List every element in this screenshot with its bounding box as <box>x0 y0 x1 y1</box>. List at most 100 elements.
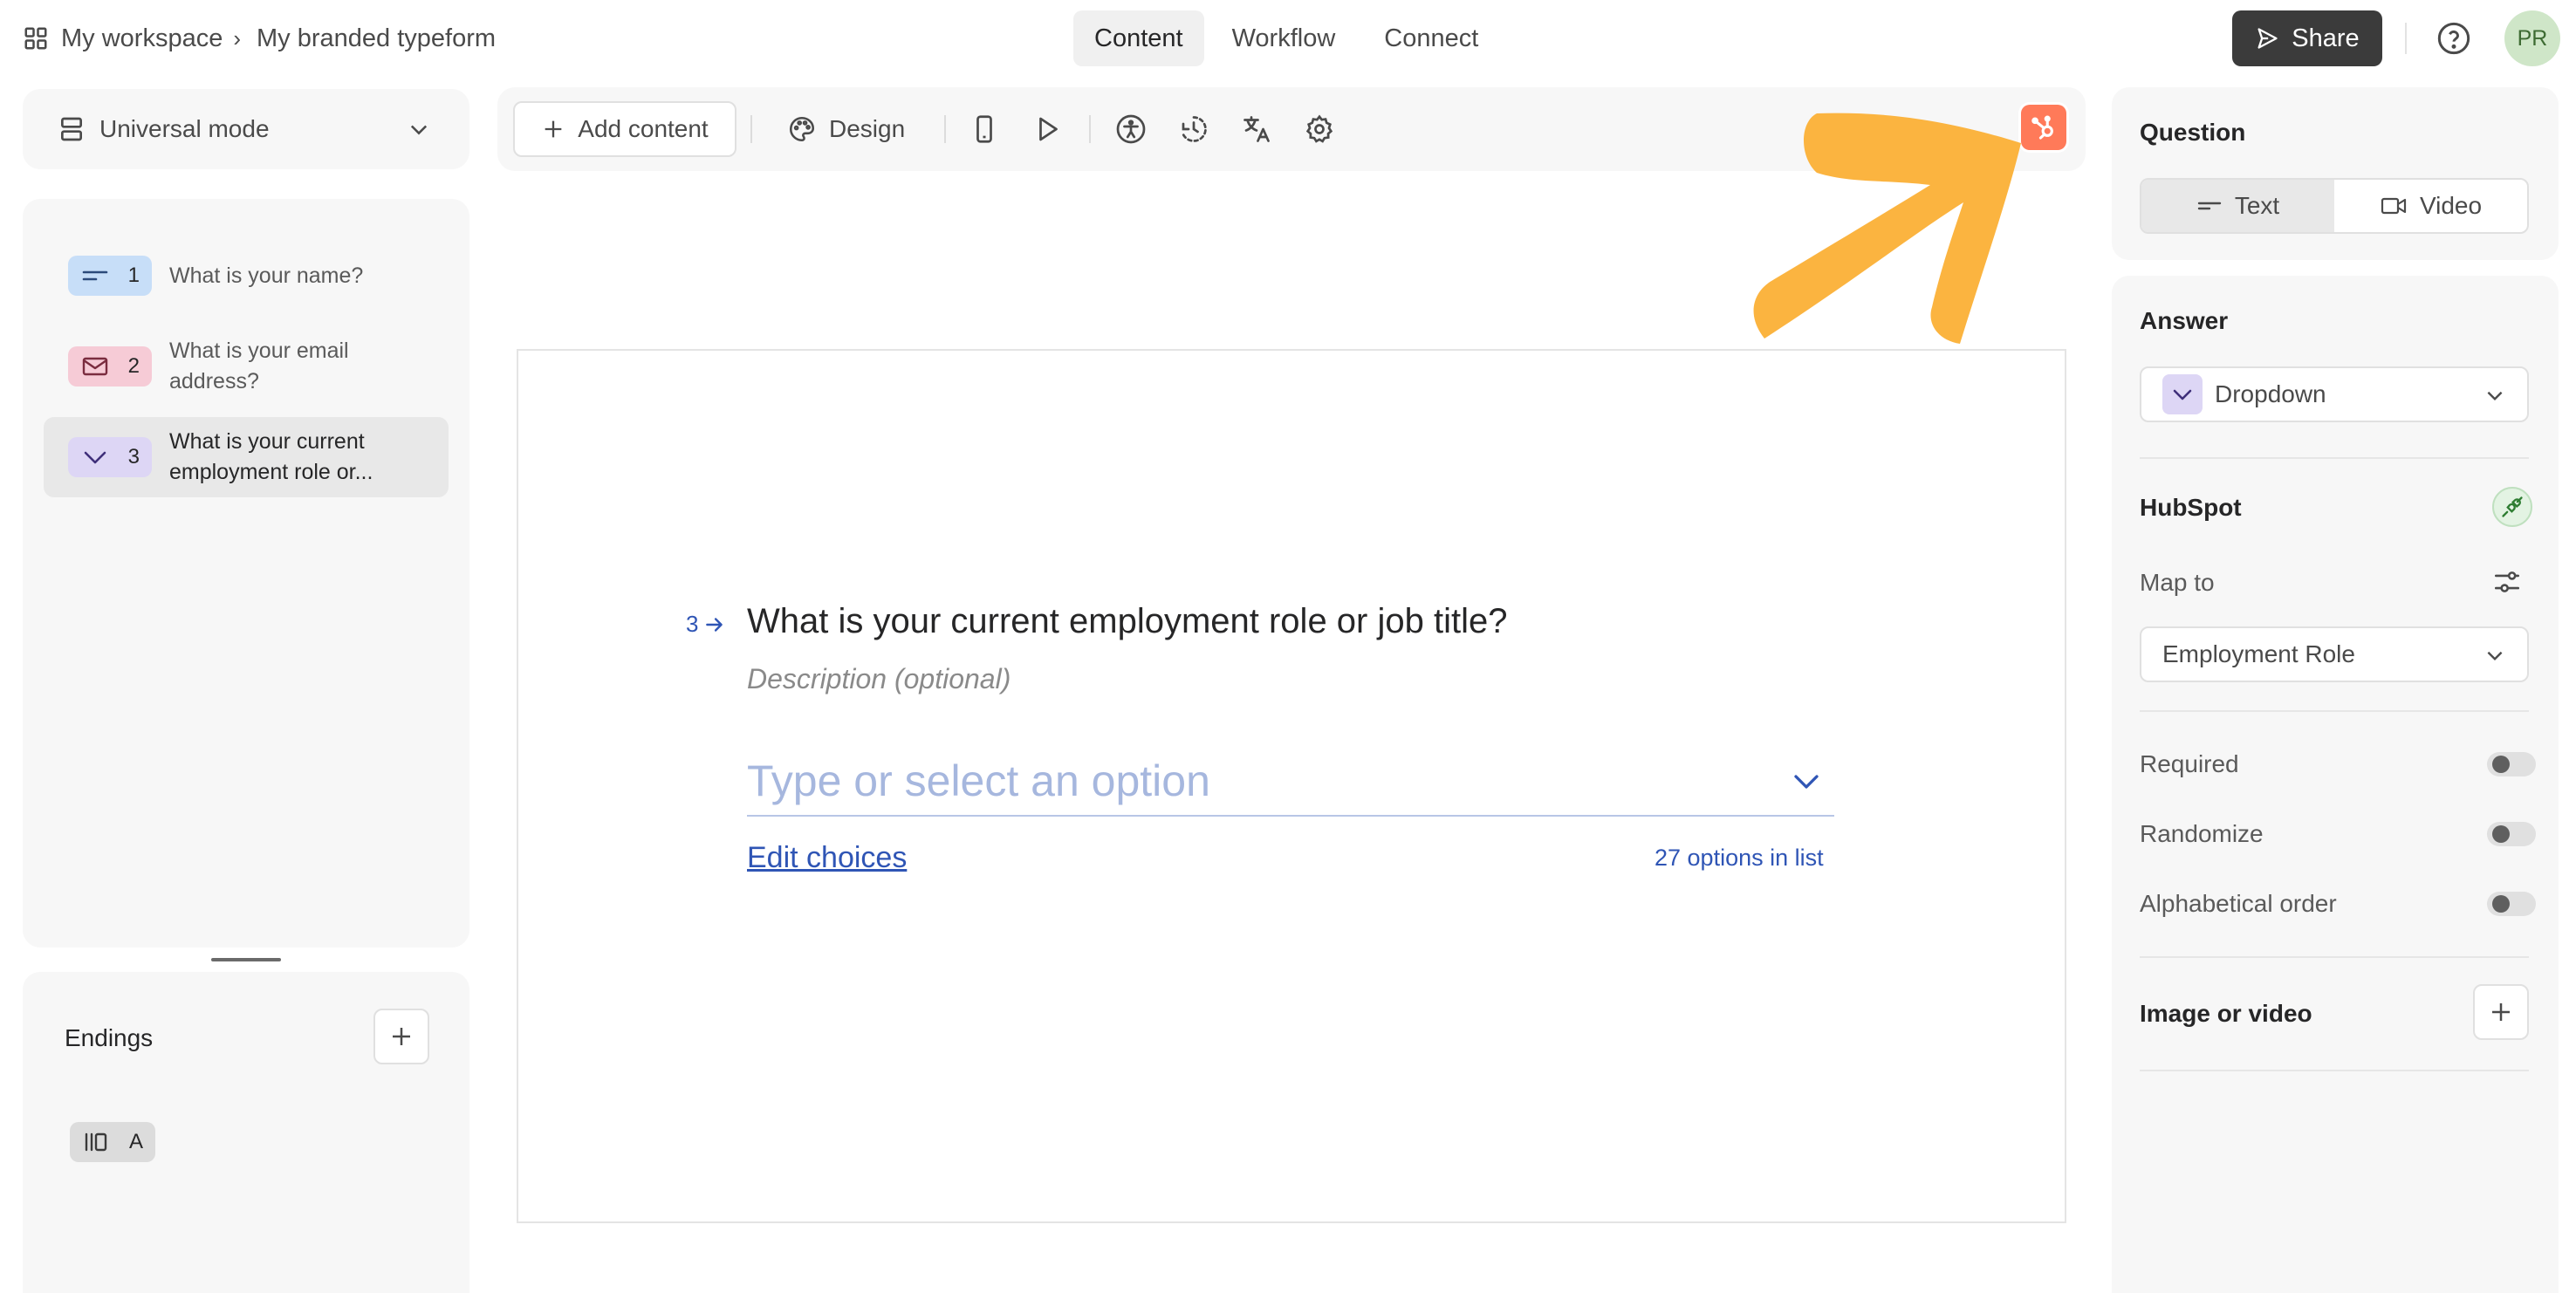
mode-select[interactable]: Universal mode <box>23 89 469 169</box>
question-item-3[interactable]: 3 What is your current employment role o… <box>44 417 449 497</box>
question-number: 3 <box>127 445 140 469</box>
required-toggle[interactable] <box>2487 752 2536 776</box>
question-item-text: What is your email address? <box>169 339 349 393</box>
top-bar: My workspace › My branded typeform Conte… <box>0 0 2576 79</box>
annotation-arrow-icon <box>1753 113 2021 344</box>
ending-icon <box>85 1132 107 1152</box>
breadcrumb-form-title[interactable]: My branded typeform <box>257 24 496 53</box>
question-type-text[interactable]: Text <box>2141 180 2334 232</box>
mobile-preview-icon[interactable] <box>969 113 1000 145</box>
hubspot-field-value: Employment Role <box>2162 640 2355 667</box>
video-icon <box>2381 197 2407 215</box>
endings-panel: Endings A <box>23 972 469 1293</box>
share-button-label: Share <box>2292 24 2360 52</box>
add-ending-button[interactable] <box>373 1009 429 1064</box>
divider <box>2140 1070 2529 1071</box>
avatar[interactable]: PR <box>2504 10 2560 66</box>
ending-item-a[interactable]: A <box>70 1122 155 1162</box>
divider <box>2405 23 2407 54</box>
help-icon[interactable] <box>2436 21 2471 56</box>
divider <box>944 115 946 143</box>
dropdown-placeholder: Type or select an option <box>747 756 1210 805</box>
question-number: 3 <box>686 611 699 637</box>
grid-icon[interactable] <box>23 25 49 51</box>
divider <box>2140 956 2529 958</box>
question-item-text: What is your current employment role or.… <box>169 429 373 484</box>
question-description-input[interactable]: Description (optional) <box>747 663 1011 695</box>
question-number-indicator: 3 <box>686 611 726 638</box>
logic-icon[interactable] <box>1178 113 1209 145</box>
plus-icon <box>2492 1003 2510 1021</box>
divider <box>2140 457 2529 459</box>
chevron-right-icon: › <box>233 24 241 51</box>
plug-icon <box>2502 496 2523 517</box>
chevron-down-icon <box>1794 775 1819 789</box>
question-item-1[interactable]: 1 What is your name? <box>44 236 449 316</box>
tab-content[interactable]: Content <box>1073 10 1204 66</box>
share-button[interactable]: Share <box>2232 10 2382 66</box>
hubspot-connected-status[interactable] <box>2492 487 2532 527</box>
question-type-text-label: Text <box>2234 192 2280 219</box>
tab-connect[interactable]: Connect <box>1363 10 1499 66</box>
plus-icon <box>393 1028 410 1045</box>
ending-label: A <box>128 1130 143 1153</box>
dropdown-icon <box>2173 389 2192 400</box>
toggle-knob <box>2492 895 2510 913</box>
accessibility-icon[interactable] <box>1115 113 1147 145</box>
question-item-2[interactable]: 2 What is your email address? <box>44 326 449 407</box>
main-tabs: Content Workflow Connect <box>1073 10 1499 66</box>
chevron-down-icon <box>410 125 428 135</box>
hubspot-field-select[interactable]: Employment Role <box>2140 626 2529 682</box>
question-type-toggle: Text Video <box>2140 178 2529 234</box>
randomize-label: Randomize <box>2140 820 2264 847</box>
toggle-knob <box>2492 756 2510 773</box>
palette-icon <box>789 116 815 142</box>
email-icon <box>82 357 108 376</box>
breadcrumb-workspace[interactable]: My workspace <box>61 24 223 53</box>
answer-dropdown-preview[interactable]: Type or select an option <box>747 747 1834 817</box>
image-video-section-title: Image or video <box>2140 1000 2312 1027</box>
question-number: 2 <box>127 354 140 378</box>
question-type-video-label: Video <box>2419 192 2483 219</box>
plus-icon <box>545 120 562 138</box>
randomize-toggle[interactable] <box>2487 822 2536 846</box>
map-to-label: Map to <box>2140 569 2215 596</box>
question-section-title: Question <box>2140 119 2246 146</box>
short-text-icon <box>2197 202 2222 210</box>
divider <box>2140 710 2529 712</box>
answer-section-title: Answer <box>2140 307 2229 334</box>
question-badge: 1 <box>68 256 152 296</box>
sliders-icon[interactable] <box>2492 567 2522 597</box>
resize-handle[interactable] <box>211 958 281 961</box>
question-badge: 3 <box>68 437 152 477</box>
add-image-video-button[interactable] <box>2473 984 2529 1040</box>
play-icon[interactable] <box>1031 113 1063 145</box>
divider <box>1089 115 1091 143</box>
send-icon <box>2257 28 2278 49</box>
divider <box>750 115 752 143</box>
tab-workflow[interactable]: Workflow <box>1211 10 1357 66</box>
add-content-label: Add content <box>578 115 709 142</box>
chevron-down-icon <box>2487 651 2503 661</box>
question-badge: 2 <box>68 346 152 387</box>
design-button[interactable]: Design <box>787 101 905 157</box>
question-type-video[interactable]: Video <box>2334 180 2527 232</box>
options-count: 27 options in list <box>1655 845 1824 871</box>
settings-icon[interactable] <box>1304 113 1335 145</box>
chevron-down-icon <box>2487 391 2503 401</box>
edit-choices-link[interactable]: Edit choices <box>747 841 907 875</box>
endings-title: Endings <box>65 1024 154 1051</box>
question-title-input[interactable]: What is your current employment role or … <box>747 602 1507 641</box>
question-settings-panel: Question Text Video <box>2112 87 2559 260</box>
translate-icon[interactable] <box>1241 113 1272 145</box>
answer-type-label: Dropdown <box>2215 380 2326 407</box>
question-number: 1 <box>127 263 140 287</box>
alphabetical-order-toggle[interactable] <box>2487 892 2536 916</box>
required-label: Required <box>2140 750 2239 777</box>
answer-type-badge <box>2162 374 2203 414</box>
answer-type-select[interactable]: Dropdown <box>2140 366 2529 422</box>
hubspot-section-title: HubSpot <box>2140 494 2242 521</box>
dropdown-icon <box>84 451 106 464</box>
toggle-knob <box>2492 825 2510 843</box>
add-content-button[interactable]: Add content <box>513 101 736 157</box>
